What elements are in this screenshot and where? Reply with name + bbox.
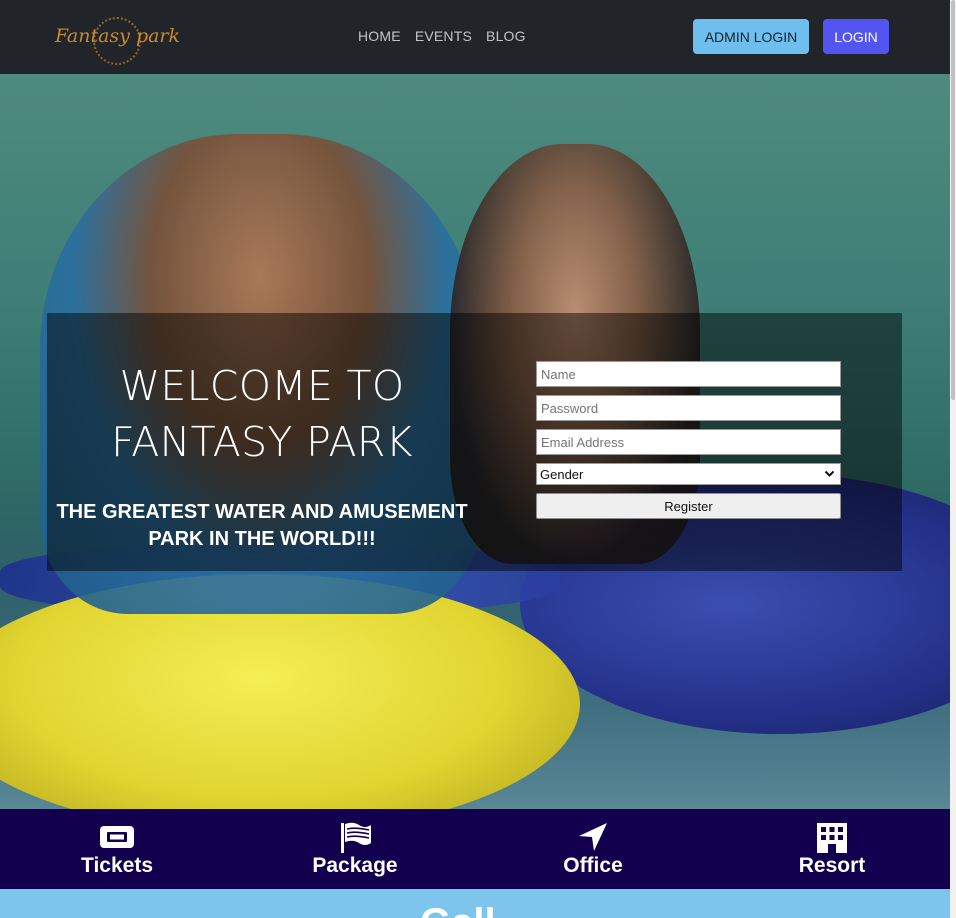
chevron-down-icon — [824, 470, 835, 477]
gender-select-value: Gender — [540, 466, 584, 482]
flag-icon — [341, 822, 371, 853]
logo[interactable]: Fantasy park — [55, 17, 180, 65]
register-button[interactable]: Register — [536, 493, 841, 519]
scrollbar-thumb[interactable] — [951, 0, 955, 400]
password-input[interactable] — [536, 395, 841, 421]
login-button[interactable]: LOGIN — [823, 19, 889, 54]
hero-title-line-2: FANTASY PARK — [111, 418, 413, 466]
gallery-section: Gall — [0, 889, 950, 918]
feature-resort[interactable]: Resort — [762, 821, 902, 879]
location-arrow-icon — [579, 823, 607, 851]
hero-subtitle-line-1: THE GREATEST WATER AND AMUSEMENT — [56, 501, 468, 523]
email-input[interactable] — [536, 429, 841, 455]
gallery-title: Gall — [420, 903, 496, 918]
admin-login-button[interactable]: ADMIN LOGIN — [693, 19, 809, 54]
logo-text: Fantasy park — [55, 25, 181, 47]
hero-section: WELCOME TO FANTASY PARK THE GREATEST WAT… — [0, 74, 950, 809]
page-scrollbar[interactable] — [950, 0, 956, 918]
features-bar: Tickets Package Office Resort — [0, 809, 950, 889]
nav-link-events[interactable]: EVENTS — [415, 28, 472, 44]
hero-subtitle: THE GREATEST WATER AND AMUSEMENT PARK IN… — [47, 499, 477, 553]
name-input[interactable] — [536, 361, 841, 387]
feature-label-package: Package — [312, 854, 398, 877]
gender-select[interactable]: Gender — [536, 463, 841, 485]
nav-link-blog[interactable]: BLOG — [486, 28, 526, 44]
feature-label-tickets: Tickets — [81, 854, 153, 877]
feature-package[interactable]: Package — [285, 821, 425, 879]
feature-label-resort: Resort — [798, 854, 866, 877]
feature-label-office: Office — [563, 854, 623, 877]
building-icon — [817, 823, 847, 853]
nav-links: HOME EVENTS BLOG — [358, 28, 526, 44]
register-form: Gender Register — [536, 361, 841, 519]
hero-subtitle-line-2: PARK IN THE WORLD!!! — [148, 528, 376, 550]
ticket-icon — [100, 826, 134, 848]
hero-overlay-panel: WELCOME TO FANTASY PARK THE GREATEST WAT… — [47, 313, 902, 571]
nav-link-home[interactable]: HOME — [358, 28, 401, 44]
hero-title-line-1: WELCOME TO — [119, 362, 405, 410]
feature-tickets[interactable]: Tickets — [47, 821, 187, 879]
feature-office[interactable]: Office — [523, 821, 663, 879]
navbar: Fantasy park HOME EVENTS BLOG ADMIN LOGI… — [0, 0, 950, 74]
hero-title: WELCOME TO FANTASY PARK — [107, 358, 417, 470]
